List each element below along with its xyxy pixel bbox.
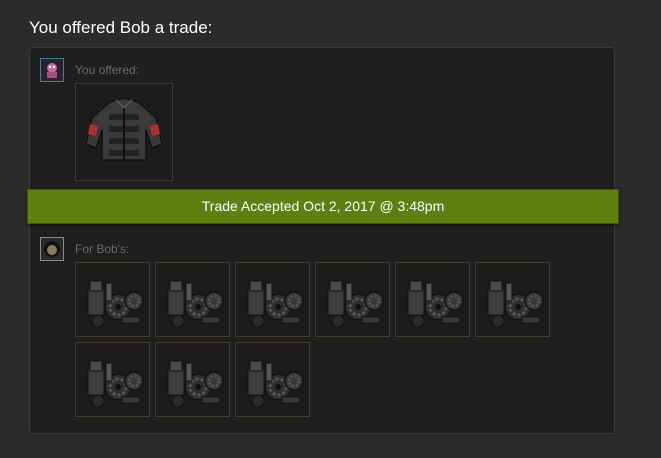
metal-parts-item-icon <box>326 279 385 329</box>
bob-avatar[interactable] <box>40 237 64 261</box>
metal-parts-item-icon <box>86 279 145 329</box>
metal-parts-item-icon <box>166 279 225 329</box>
requested-item-slot[interactable] <box>315 262 390 337</box>
requested-item-slot[interactable] <box>155 262 230 337</box>
my-avatar[interactable] <box>40 58 64 82</box>
metal-parts-item-icon <box>86 359 145 409</box>
user-avatar-icon <box>41 59 63 81</box>
jacket-item-icon <box>85 97 163 161</box>
trade-status-banner: Trade Accepted Oct 2, 2017 @ 3:48pm <box>27 189 619 224</box>
user-avatar-icon <box>41 238 63 260</box>
metal-parts-item-icon <box>406 279 465 329</box>
requested-item-slot[interactable] <box>475 262 550 337</box>
requested-item-slot[interactable] <box>235 262 310 337</box>
page-title: You offered Bob a trade: <box>29 18 213 37</box>
metal-parts-item-icon <box>246 279 305 329</box>
metal-parts-item-icon <box>166 359 225 409</box>
requested-item-slot[interactable] <box>75 262 150 337</box>
metal-parts-item-icon <box>246 359 305 409</box>
offered-label: You offered: <box>75 63 140 77</box>
requested-item-slot[interactable] <box>75 342 150 417</box>
requested-label: For Bob's: <box>75 242 130 256</box>
requested-item-slot[interactable] <box>235 342 310 417</box>
metal-parts-item-icon <box>486 279 545 329</box>
offered-item-slot[interactable] <box>75 83 173 181</box>
requested-item-slot[interactable] <box>395 262 470 337</box>
requested-item-slot[interactable] <box>155 342 230 417</box>
